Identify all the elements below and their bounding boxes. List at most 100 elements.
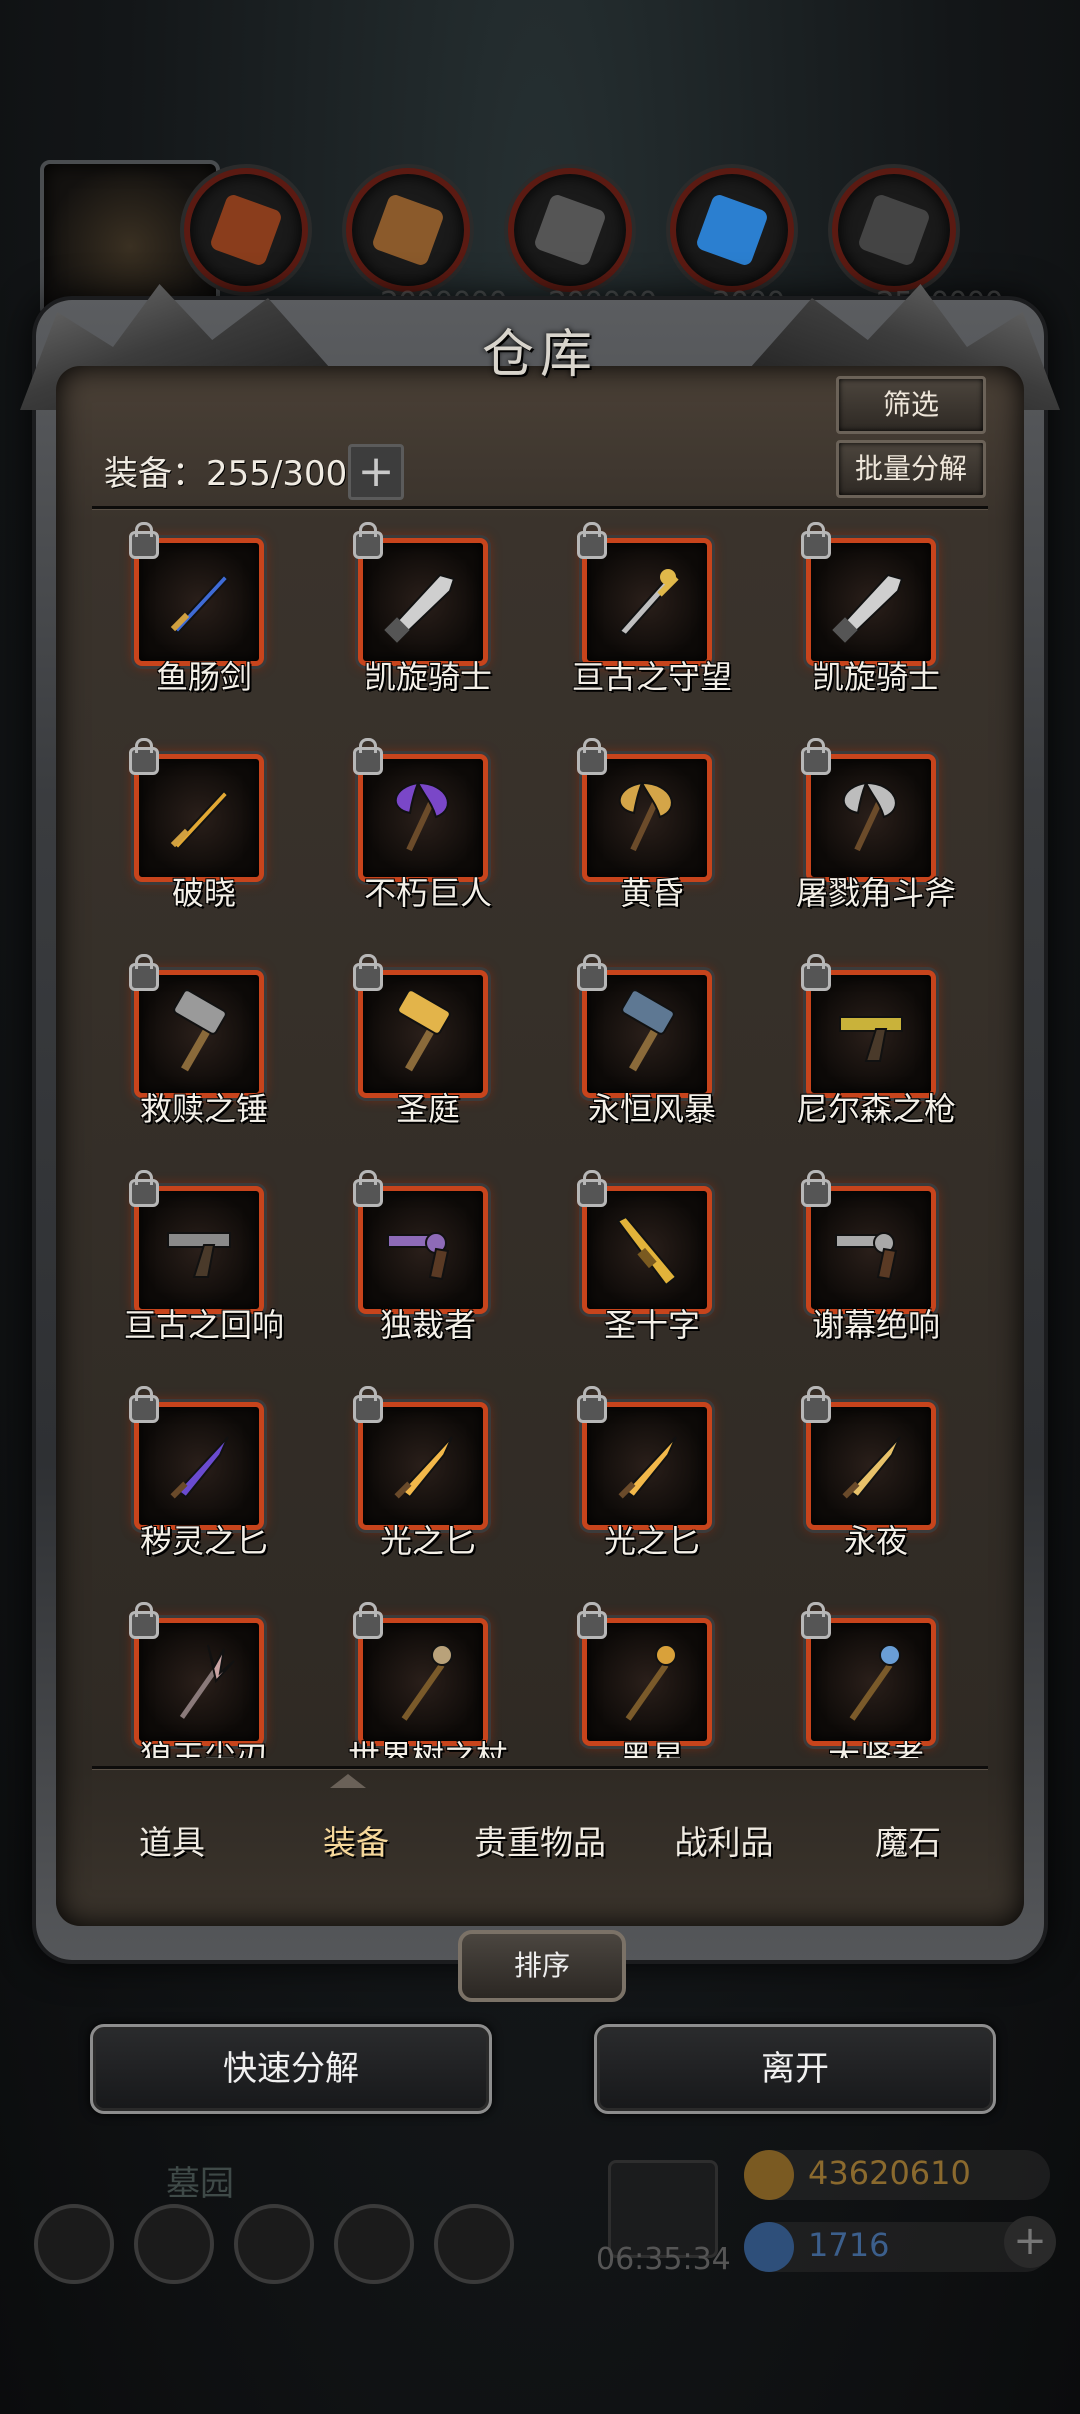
inventory-item[interactable]: 圣十字 [540, 1166, 764, 1382]
tab-4[interactable]: 魔石 [816, 1816, 1000, 1864]
inventory-item[interactable]: 鱼肠剑 [92, 518, 316, 734]
inventory-item[interactable]: 世界树之杖 [316, 1598, 540, 1758]
dagger-icon [587, 1407, 707, 1525]
item-slot [801, 954, 936, 1098]
greatsword-icon [811, 543, 931, 661]
item-name: 黄昏 [619, 874, 684, 912]
inventory-item[interactable]: 亘古之回响 [92, 1166, 316, 1382]
dagger-icon [811, 1407, 931, 1525]
item-slot [353, 1386, 488, 1530]
item-slot [129, 1170, 264, 1314]
inventory-item[interactable]: 秽灵之匕 [92, 1382, 316, 1598]
item-name: 尼尔森之枪 [795, 1090, 956, 1128]
category-tabs: 道具 装备 贵重物品 战利品 魔石 [80, 1790, 1000, 1890]
item-slot [577, 954, 712, 1098]
inventory-item[interactable]: 黄昏 [540, 734, 764, 950]
stone-icon [832, 168, 956, 292]
item-name: 亘古之守望 [571, 658, 732, 696]
gem-amount: 1716 [808, 2226, 890, 2264]
item-slot [129, 738, 264, 882]
item-name: 黑星 [619, 1738, 684, 1758]
rifle-icon [587, 1191, 707, 1309]
dagger-icon [139, 1407, 259, 1525]
stone-icon-shape [856, 192, 932, 268]
item-name: 狼王尖刃 [139, 1738, 268, 1758]
item-slot [801, 738, 936, 882]
dagger-icon [363, 1407, 483, 1525]
item-name: 不朽巨人 [363, 874, 492, 912]
hud-scroll-icon[interactable] [234, 2204, 314, 2284]
inventory-item[interactable]: 黑星 [540, 1598, 764, 1758]
item-slot [801, 1170, 936, 1314]
greatsword-icon [363, 543, 483, 661]
item-slot [801, 1602, 936, 1746]
item-name: 破晓 [171, 874, 236, 912]
item-name: 鱼肠剑 [155, 658, 252, 696]
inventory-item[interactable]: 破晓 [92, 734, 316, 950]
item-slot [577, 1386, 712, 1530]
active-tab-caret [330, 1770, 366, 1788]
pistol-icon [811, 975, 931, 1093]
item-slot [353, 1602, 488, 1746]
divider-top [92, 506, 988, 509]
inventory-item[interactable]: 尼尔森之枪 [764, 950, 988, 1166]
expand-capacity-button[interactable]: + [348, 444, 404, 500]
tab-0[interactable]: 道具 [80, 1816, 264, 1864]
divider-bottom [92, 1766, 988, 1769]
location-label: 墓园 [166, 2164, 234, 2204]
item-name: 光之匕 [603, 1522, 700, 1560]
tab-1[interactable]: 装备 [264, 1816, 448, 1864]
hammer-icon [587, 975, 707, 1093]
quick-decompose-button[interactable]: 快速分解 [90, 2024, 492, 2114]
item-name: 凯旋骑士 [811, 658, 940, 696]
item-name: 圣十字 [603, 1306, 700, 1344]
add-gems-button[interactable]: + [1004, 2216, 1056, 2268]
hammer-icon [363, 975, 483, 1093]
item-slot [577, 522, 712, 666]
inventory-item[interactable]: 凯旋骑士 [316, 518, 540, 734]
hammer-icon [139, 975, 259, 1093]
item-slot [801, 522, 936, 666]
inventory-item[interactable]: 圣庭 [316, 950, 540, 1166]
inventory-item[interactable]: 光之匕 [540, 1382, 764, 1598]
hud-star-icon[interactable] [134, 2204, 214, 2284]
ore-icon [184, 168, 308, 292]
hud-dice-icon[interactable] [434, 2204, 514, 2284]
inventory-item[interactable]: 光之匕 [316, 1382, 540, 1598]
sword-icon [139, 759, 259, 877]
hud-settings-icon[interactable] [34, 2204, 114, 2284]
inventory-item[interactable]: 大贤者 [764, 1598, 988, 1758]
item-name: 永恒风暴 [587, 1090, 716, 1128]
wood-icon [346, 168, 470, 292]
staff-icon [811, 1623, 931, 1741]
ore-icon-shape [208, 192, 284, 268]
item-slot [353, 954, 488, 1098]
inventory-item[interactable]: 谢幕绝响 [764, 1166, 988, 1382]
inventory-item[interactable]: 救赎之锤 [92, 950, 316, 1166]
tab-3[interactable]: 战利品 [632, 1816, 816, 1864]
sort-button[interactable]: 排序 [458, 1930, 626, 2002]
batch-decompose-button[interactable]: 批量分解 [836, 440, 986, 498]
revolver-icon [811, 1191, 931, 1309]
hud-mail-icon[interactable] [334, 2204, 414, 2284]
capacity-count: 装备：255/300 [104, 454, 348, 494]
item-name: 圣庭 [395, 1090, 460, 1128]
inventory-item[interactable]: 不朽巨人 [316, 734, 540, 950]
item-name: 光之匕 [379, 1522, 476, 1560]
filter-button[interactable]: 筛选 [836, 376, 986, 434]
inventory-item[interactable]: 永恒风暴 [540, 950, 764, 1166]
inventory-item[interactable]: 凯旋骑士 [764, 518, 988, 734]
inventory-item[interactable]: 永夜 [764, 1382, 988, 1598]
inventory-item[interactable]: 亘古之守望 [540, 518, 764, 734]
inventory-item[interactable]: 屠戮角斗斧 [764, 734, 988, 950]
axe-icon [811, 759, 931, 877]
item-slot [129, 522, 264, 666]
inventory-item[interactable]: 狼王尖刃 [92, 1598, 316, 1758]
leave-button[interactable]: 离开 [594, 2024, 996, 2114]
staff-icon [363, 1623, 483, 1741]
inventory-item[interactable]: 独裁者 [316, 1166, 540, 1382]
revolver-icon [363, 1191, 483, 1309]
item-name: 救赎之锤 [139, 1090, 268, 1128]
tab-2[interactable]: 贵重物品 [448, 1816, 632, 1864]
gold-coin-icon [744, 2150, 794, 2200]
